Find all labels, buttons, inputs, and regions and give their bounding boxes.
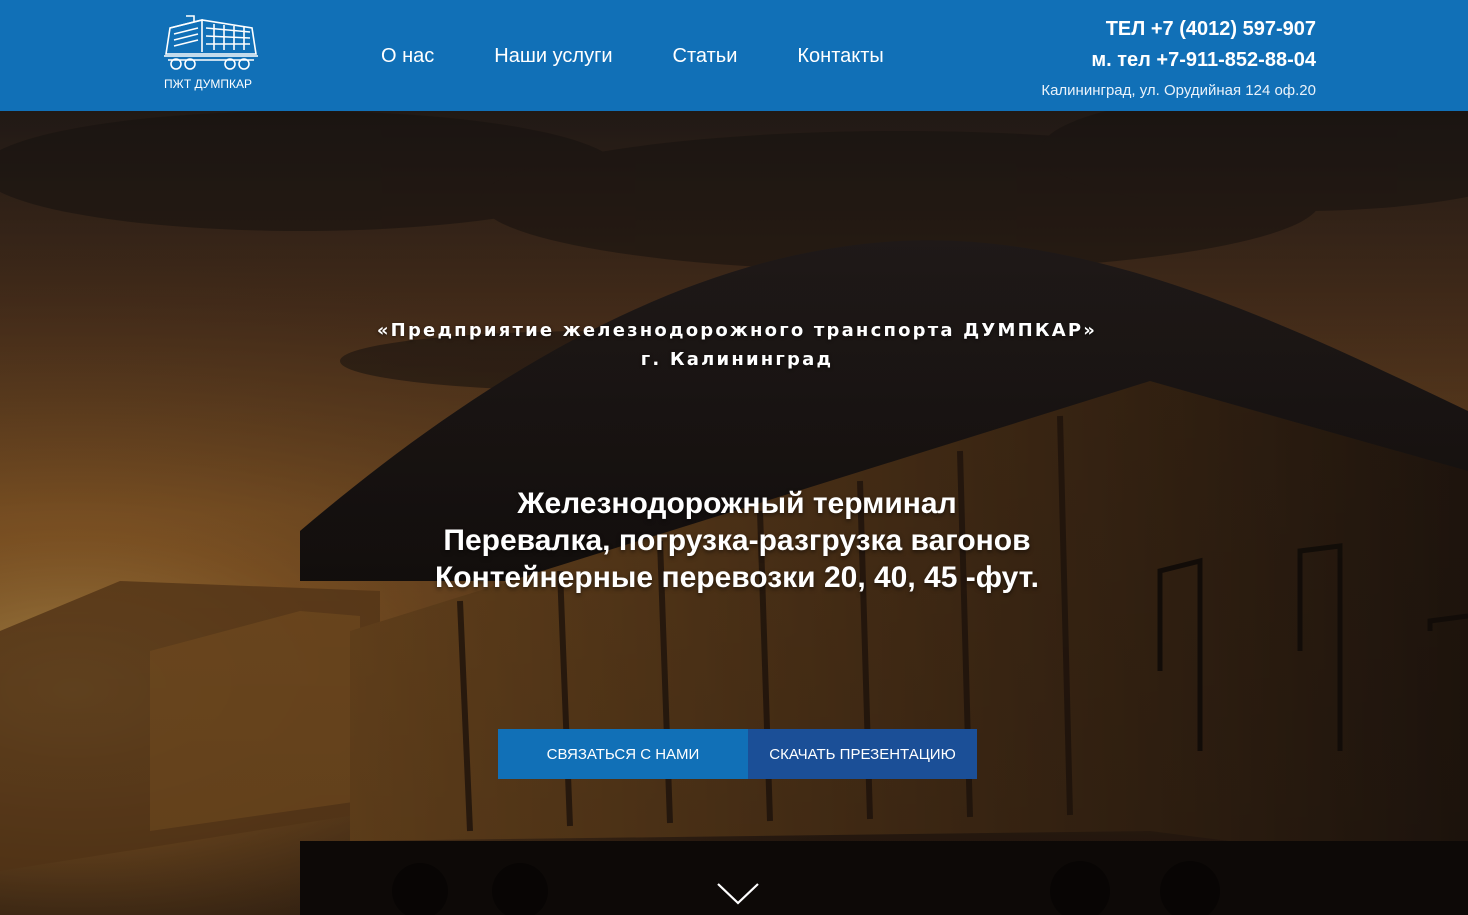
nav-item-about[interactable]: О нас — [381, 44, 434, 68]
nav-item-services[interactable]: Наши услуги — [494, 44, 612, 68]
mobile-number[interactable]: м. тел +7-911-852-88-04 — [1041, 45, 1316, 76]
locomotive-icon — [164, 15, 258, 70]
address: Калининград, ул. Орудийная 124 оф.20 — [1041, 82, 1316, 99]
contact-us-button[interactable]: СВЯЗАТЬСЯ С НАМИ — [498, 729, 748, 779]
hero-subtitle: «Предприятие железнодорожного транспорта… — [0, 316, 1468, 374]
nav-item-articles[interactable]: Статьи — [673, 44, 738, 68]
hero-title-line-3: Контейнерные перевозки 20, 40, 45 -фут. — [434, 561, 1040, 594]
nav-item-contacts[interactable]: Контакты — [797, 44, 883, 68]
download-presentation-button[interactable]: СКАЧАТЬ ПРЕЗЕНТАЦИЮ — [748, 729, 977, 779]
hero-buttons: СВЯЗАТЬСЯ С НАМИ СКАЧАТЬ ПРЕЗЕНТАЦИЮ — [498, 729, 977, 779]
chevron-down-icon[interactable] — [716, 881, 760, 907]
header-contacts: ТЕЛ +7 (4012) 597-907 м. тел +7-911-852-… — [1041, 14, 1316, 101]
company-name: «Предприятие железнодорожного транспорта… — [376, 320, 1098, 341]
phone-number[interactable]: ТЕЛ +7 (4012) 597-907 — [1041, 14, 1316, 45]
logo-text: ПЖТ ДУМПКАР — [164, 77, 253, 91]
hero-section: «Предприятие железнодорожного транспорта… — [0, 111, 1468, 915]
company-city: г. Калининград — [640, 349, 834, 370]
hero-title-line-2: Перевалка, погрузка-разгрузка вагонов — [443, 524, 1031, 557]
logo[interactable]: ПЖТ ДУМПКАР — [160, 14, 260, 94]
main-nav: О нас Наши услуги Статьи Контакты — [381, 44, 884, 68]
hero-title: Железнодорожный терминал Перевалка, погр… — [0, 485, 1468, 596]
hero-title-line-1: Железнодорожный терминал — [517, 487, 957, 520]
site-header: ПЖТ ДУМПКАР О нас Наши услуги Статьи Кон… — [0, 0, 1468, 111]
